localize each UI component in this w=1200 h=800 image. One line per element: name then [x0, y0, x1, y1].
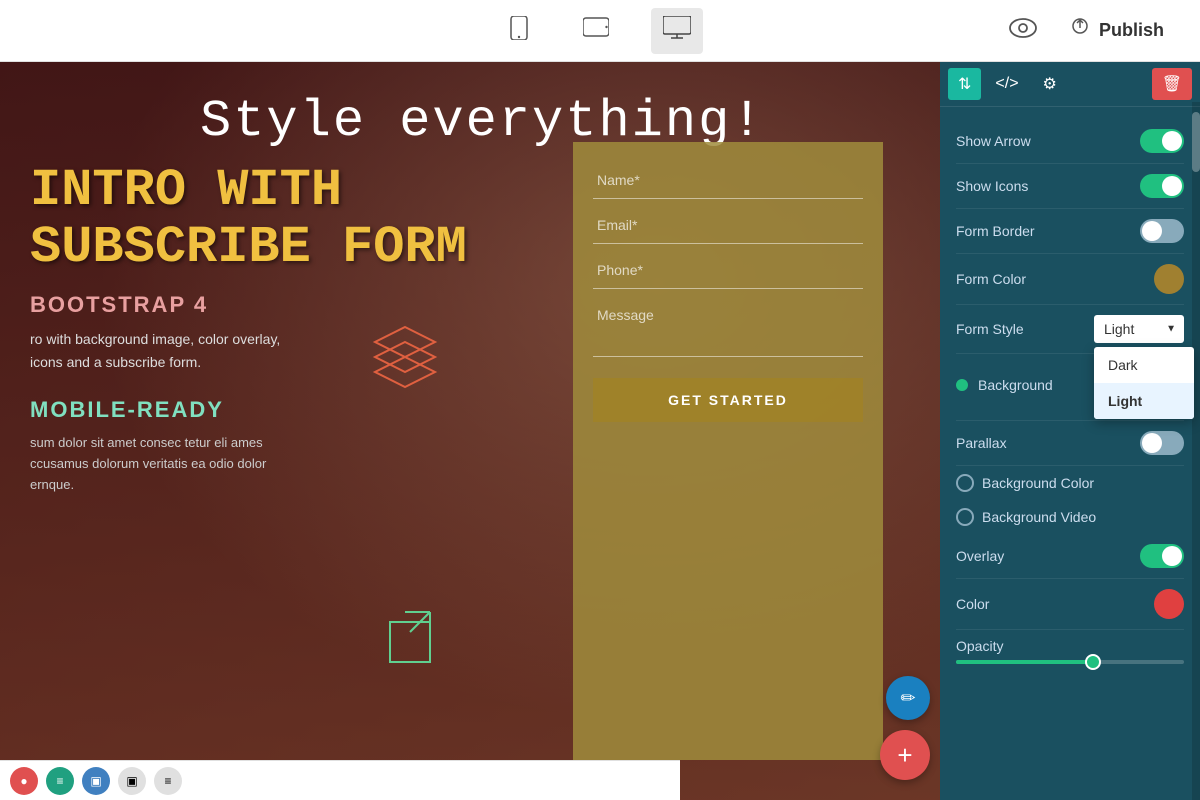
- sidebar-content: Show Arrow Show Icons Form Border: [940, 107, 1200, 800]
- hero-title: INTRO WITH SUBSCRIBE FORM: [30, 162, 520, 276]
- form-style-dropdown-menu: Dark Light: [1094, 347, 1194, 419]
- form-style-label: Form Style: [956, 321, 1024, 337]
- upload-icon: [1069, 18, 1091, 44]
- parallax-row: Parallax: [956, 421, 1184, 466]
- opacity-row: Opacity: [956, 630, 1184, 672]
- overlay-toggle[interactable]: [1140, 544, 1184, 568]
- show-arrow-row: Show Arrow: [956, 119, 1184, 164]
- show-arrow-toggle[interactable]: [1140, 129, 1184, 153]
- top-bar: Publish: [0, 0, 1200, 62]
- email-field[interactable]: [593, 207, 863, 244]
- gear-icon: ⚙: [1043, 76, 1057, 93]
- opacity-slider-fill: [956, 660, 1093, 664]
- overlay-label: Overlay: [956, 548, 1004, 564]
- show-icons-row: Show Icons: [956, 164, 1184, 209]
- form-color-swatch[interactable]: [1154, 264, 1184, 294]
- publish-button[interactable]: Publish: [1053, 10, 1180, 52]
- message-field[interactable]: [593, 297, 863, 357]
- bg-video-radio-row: Background Video: [956, 500, 1184, 534]
- show-icons-knob: [1162, 176, 1182, 196]
- get-started-button[interactable]: GET STARTED: [593, 378, 863, 422]
- form-border-label: Form Border: [956, 223, 1035, 239]
- parallax-knob: [1142, 433, 1162, 453]
- overlay-row: Overlay: [956, 534, 1184, 579]
- form-style-row: Form Style Light Dark ▼ Dark Light: [956, 305, 1184, 354]
- bg-video-label: Background Video: [982, 509, 1096, 525]
- show-icons-toggle[interactable]: [1140, 174, 1184, 198]
- hero-subtitle: BOOTSTRAP 4: [30, 292, 520, 318]
- form-panel: GET STARTED: [573, 142, 883, 760]
- form-color-label: Form Color: [956, 271, 1026, 287]
- form-color-row: Form Color: [956, 254, 1184, 305]
- show-arrow-knob: [1162, 131, 1182, 151]
- canvas-left-content: INTRO WITH SUBSCRIBE FORM BOOTSTRAP 4 ro…: [0, 142, 550, 516]
- overlay-knob: [1162, 546, 1182, 566]
- color-label: Color: [956, 596, 989, 612]
- parallax-toggle[interactable]: [1140, 431, 1184, 455]
- bg-color-radio[interactable]: [956, 474, 974, 492]
- sidebar-toolbar: ⇅ </> ⚙ 🗑: [940, 62, 1200, 107]
- move-tool-button[interactable]: ⇅: [948, 68, 981, 100]
- settings-tool-button[interactable]: ⚙: [1033, 68, 1067, 100]
- color-row: Color: [956, 579, 1184, 630]
- bg-color-label: Background Color: [982, 475, 1094, 491]
- sidebar-scrollbar-thumb: [1192, 112, 1200, 172]
- name-field[interactable]: [593, 162, 863, 199]
- main-area: Style everything! INTRO WITH SUBSCRIBE F…: [0, 62, 1200, 800]
- dropdown-option-light[interactable]: Light: [1094, 383, 1194, 419]
- hero-lorem: sum dolor sit amet consec tetur eli ames…: [30, 433, 370, 495]
- bg-color-radio-row: Background Color: [956, 466, 1184, 500]
- bottom-grey-btn1[interactable]: ▣: [118, 767, 146, 795]
- code-tool-button[interactable]: </>: [985, 69, 1028, 99]
- dropdown-option-dark[interactable]: Dark: [1094, 347, 1194, 383]
- hero-mobile: MOBILE-READY: [30, 397, 520, 423]
- sidebar-scrollbar[interactable]: [1192, 102, 1200, 800]
- form-style-dropdown-wrapper: Light Dark ▼ Dark Light: [1094, 315, 1184, 343]
- hero-desc: ro with background image, color overlay,…: [30, 328, 370, 373]
- bottom-bar: ● ≡ ▣ ▣ ≡: [0, 760, 680, 800]
- delete-tool-button[interactable]: 🗑: [1152, 68, 1192, 100]
- move-icon: ⇅: [958, 76, 971, 93]
- code-icon: </>: [995, 75, 1018, 92]
- form-border-toggle[interactable]: [1140, 219, 1184, 243]
- mobile-device-icon[interactable]: [497, 8, 541, 54]
- phone-field[interactable]: [593, 252, 863, 289]
- top-bar-right: Publish: [1009, 10, 1180, 52]
- color-swatch[interactable]: [1154, 589, 1184, 619]
- preview-icon[interactable]: [1009, 18, 1037, 44]
- layer-icon: [370, 322, 440, 392]
- device-switcher: [497, 8, 703, 54]
- bg-video-radio[interactable]: [956, 508, 974, 526]
- trash-icon: 🗑: [1162, 76, 1182, 93]
- box-icon: [370, 602, 450, 682]
- add-fab-button[interactable]: +: [880, 730, 930, 780]
- background-label: Background: [978, 377, 1053, 393]
- opacity-slider-knob[interactable]: [1085, 654, 1101, 670]
- form-border-knob: [1142, 221, 1162, 241]
- sidebar: ⇅ </> ⚙ 🗑 Show Arrow Show Ic: [940, 62, 1200, 800]
- bottom-teal-btn[interactable]: ≡: [46, 767, 74, 795]
- bottom-blue-btn[interactable]: ▣: [82, 767, 110, 795]
- edit-fab-button[interactable]: ✏: [886, 676, 930, 720]
- opacity-slider-track[interactable]: [956, 660, 1184, 664]
- canvas: Style everything! INTRO WITH SUBSCRIBE F…: [0, 62, 940, 800]
- bottom-grey-btn2[interactable]: ≡: [154, 767, 182, 795]
- show-icons-label: Show Icons: [956, 178, 1028, 194]
- form-style-select[interactable]: Light Dark: [1094, 315, 1184, 343]
- tablet-device-icon[interactable]: [571, 8, 621, 54]
- form-border-row: Form Border: [956, 209, 1184, 254]
- parallax-label: Parallax: [956, 435, 1007, 451]
- publish-label: Publish: [1099, 20, 1164, 41]
- desktop-device-icon[interactable]: [651, 8, 703, 54]
- show-arrow-label: Show Arrow: [956, 133, 1031, 149]
- background-status-dot: [956, 379, 968, 391]
- opacity-label: Opacity: [956, 638, 1184, 654]
- background-left: Background: [956, 377, 1053, 393]
- bottom-red-btn[interactable]: ●: [10, 767, 38, 795]
